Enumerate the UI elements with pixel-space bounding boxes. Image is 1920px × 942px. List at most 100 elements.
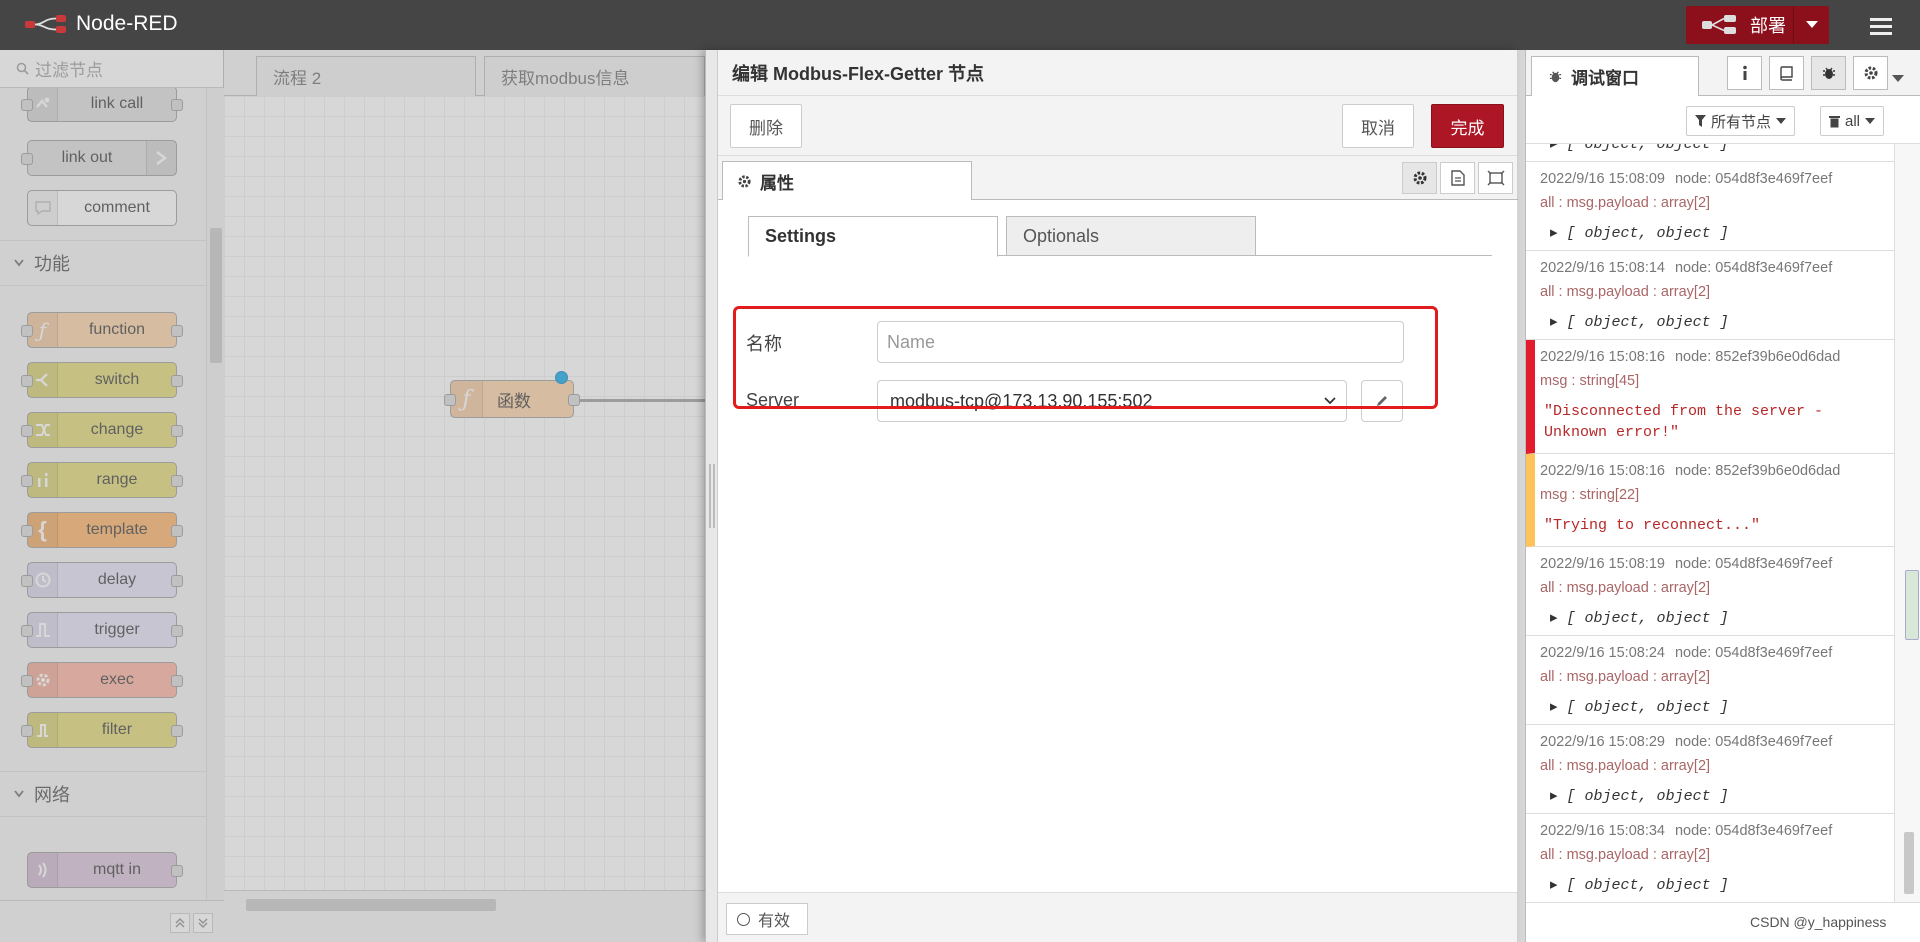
debug-message-warning[interactable]: 2022/9/16 15:08:16 node: 852ef39b6e0d6dad…: [1526, 454, 1894, 547]
clear-dropdown[interactable]: all: [1820, 106, 1885, 136]
message-value-text: [ object, object ]: [1566, 314, 1729, 331]
debug-message-list: ▸ [ object, object ] 2022/9/16 15:08:09 n…: [1526, 144, 1894, 902]
sidebar: 调试窗口 所有节点 all ▸ [object, object] 2022/…: [1525, 50, 1920, 942]
message-node-link[interactable]: node: 054d8f3e469f7eef: [1675, 645, 1832, 661]
tab-settings[interactable]: Settings: [748, 216, 998, 257]
tab-optionals[interactable]: Optionals: [1006, 216, 1256, 256]
message-value-text: [ object, object ]: [1566, 788, 1729, 805]
message-value[interactable]: ▸ [ object, object ]: [1540, 144, 1894, 161]
tab-label: Settings: [765, 226, 837, 246]
main-menu-button[interactable]: [1866, 12, 1896, 40]
tray-tabs: 属性: [718, 156, 1518, 201]
tab-debug[interactable]: 调试窗口: [1531, 56, 1699, 97]
delete-button[interactable]: 删除: [730, 104, 802, 148]
message-meta: 2022/9/16 15:08:16 node: 852ef39b6e0d6dad: [1540, 340, 1894, 365]
tab-label: Optionals: [1023, 225, 1100, 246]
sidebar-menu-button[interactable]: [1892, 68, 1904, 88]
message-value[interactable]: ▸ [ object, object ]: [1540, 774, 1894, 813]
hamburger-menu-icon: [1870, 18, 1892, 35]
message-meta: 2022/9/16 15:08:24 node: 054d8f3e469f7eef: [1540, 636, 1894, 661]
message-node-link[interactable]: node: 054d8f3e469f7eef: [1675, 556, 1832, 572]
message-topic: all : msg.payload : array[2]: [1540, 669, 1711, 685]
info-tab-button[interactable]: [1727, 56, 1762, 90]
node-properties-tab-button[interactable]: [1402, 162, 1437, 194]
book-icon: [1779, 66, 1793, 81]
message-value[interactable]: ▸ [ object, object ]: [1540, 211, 1894, 250]
message-node-link[interactable]: node: 852ef39b6e0d6dad: [1675, 349, 1840, 365]
message-value-text: [ object, object ]: [1566, 699, 1729, 716]
message-value[interactable]: ▸ [ object, object ]: [1540, 863, 1894, 902]
circle-icon: [737, 912, 750, 926]
deploy-menu-button[interactable]: [1794, 21, 1829, 29]
deploy-main[interactable]: 部署: [1686, 6, 1794, 44]
side-handle[interactable]: [1905, 570, 1919, 640]
debug-message[interactable]: ▸ [ object, object ]: [1526, 144, 1894, 162]
debug-message[interactable]: 2022/9/16 15:08:19 node: 054d8f3e469f7eef…: [1526, 547, 1894, 636]
message-string-value: "Trying to reconnect...": [1544, 517, 1761, 534]
message-value-text: [ object, object ]: [1566, 144, 1729, 153]
bug-icon: [1822, 67, 1835, 79]
tray-body: Settings Optionals 名称 Name Server modbus…: [718, 200, 1518, 892]
expand-caret-icon: ▸: [1550, 610, 1558, 627]
debug-message[interactable]: 2022/9/16 15:08:14 node: 054d8f3e469f7eef…: [1526, 251, 1894, 340]
debug-message-error[interactable]: 2022/9/16 15:08:16 node: 852ef39b6e0d6dad…: [1526, 340, 1894, 454]
edit-tray: 编辑 Modbus-Flex-Getter 节点 删除 取消 完成 属性 Set…: [705, 50, 1518, 942]
message-time: 2022/9/16 15:08:09: [1540, 171, 1665, 187]
filter-icon: [1695, 115, 1706, 127]
scrollbar-thumb[interactable]: [1904, 832, 1914, 894]
done-button[interactable]: 完成: [1431, 104, 1504, 148]
message-value[interactable]: ▸ [ object, object ]: [1540, 596, 1894, 635]
deploy-label: 部署: [1750, 16, 1786, 36]
clear-label: all: [1845, 112, 1861, 130]
message-time: 2022/9/16 15:08:16: [1540, 349, 1665, 365]
message-topic: all : msg.payload : array[2]: [1540, 847, 1711, 863]
message-value-text: [ object, object ]: [1566, 225, 1729, 242]
debug-tab-button[interactable]: [1811, 56, 1846, 90]
app-logo: Node-RED: [24, 12, 178, 36]
message-topic: all : msg.payload : array[2]: [1540, 195, 1711, 211]
help-tab-button[interactable]: [1769, 56, 1804, 90]
message-topic: all : msg.payload : array[2]: [1540, 284, 1711, 300]
message-meta: 2022/9/16 15:08:34 node: 054d8f3e469f7eef: [1540, 814, 1894, 839]
tray-toolbar: 删除 取消 完成: [718, 96, 1518, 156]
caret-down-icon: [1805, 21, 1818, 28]
message-node-link[interactable]: node: 054d8f3e469f7eef: [1675, 260, 1832, 276]
message-topic: all : msg.payload : array[2]: [1540, 580, 1711, 596]
message-node-link[interactable]: node: 054d8f3e469f7eef: [1675, 823, 1832, 839]
gear-icon: [738, 174, 751, 188]
annotation-highlight-box: [733, 306, 1438, 409]
tab-properties[interactable]: 属性: [722, 161, 972, 201]
node-appearance-tab-button[interactable]: [1478, 162, 1513, 194]
message-topic: msg : string[22]: [1540, 487, 1640, 503]
watermark: CSDN @y_happiness: [1750, 914, 1887, 930]
message-meta: 2022/9/16 15:08:14 node: 054d8f3e469f7eef: [1540, 251, 1894, 276]
config-tab-button[interactable]: [1853, 56, 1888, 90]
modal-overlay: [0, 50, 705, 942]
debug-scrollbar[interactable]: [1894, 144, 1920, 902]
caret-down-icon: [1776, 118, 1787, 124]
expand-caret-icon: ▸: [1550, 225, 1558, 242]
message-node-link[interactable]: node: 054d8f3e469f7eef: [1675, 171, 1832, 187]
message-value-text: [ object, object ]: [1566, 610, 1729, 627]
tray-resize-handle[interactable]: [706, 50, 718, 942]
expand-caret-icon: ▸: [1550, 788, 1558, 805]
debug-message[interactable]: 2022/9/16 15:08:34 node: 054d8f3e469f7eef…: [1526, 814, 1894, 902]
message-time: 2022/9/16 15:08:16: [1540, 463, 1665, 479]
message-node-link[interactable]: node: 852ef39b6e0d6dad: [1675, 463, 1840, 479]
node-description-tab-button[interactable]: [1440, 162, 1475, 194]
deploy-button[interactable]: 部署: [1686, 6, 1829, 44]
debug-message[interactable]: 2022/9/16 15:08:24 node: 054d8f3e469f7eef…: [1526, 636, 1894, 725]
message-value[interactable]: ▸ [ object, object ]: [1540, 685, 1894, 724]
cancel-button[interactable]: 取消: [1342, 104, 1414, 148]
enabled-toggle[interactable]: 有效: [726, 903, 808, 935]
debug-message[interactable]: 2022/9/16 15:08:29 node: 054d8f3e469f7eef…: [1526, 725, 1894, 814]
message-time: 2022/9/16 15:08:24: [1540, 645, 1665, 661]
message-value[interactable]: ▸ [ object, object ]: [1540, 300, 1894, 339]
sidebar-tabs: 调试窗口: [1526, 50, 1920, 97]
message-time: 2022/9/16 15:08:19: [1540, 556, 1665, 572]
message-node-link[interactable]: node: 054d8f3e469f7eef: [1675, 734, 1832, 750]
filter-nodes-dropdown[interactable]: 所有节点: [1686, 106, 1796, 136]
message-topic: msg : string[45]: [1540, 373, 1640, 389]
gear-icon: [1413, 171, 1426, 185]
debug-message[interactable]: 2022/9/16 15:08:09 node: 054d8f3e469f7eef…: [1526, 162, 1894, 251]
